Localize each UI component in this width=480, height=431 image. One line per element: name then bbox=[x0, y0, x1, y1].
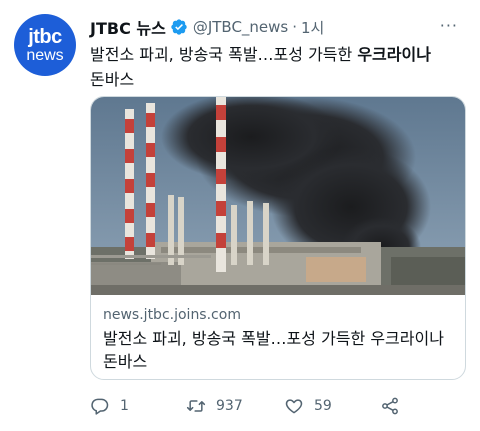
reply-count: 1 bbox=[120, 398, 129, 414]
card-title: 발전소 파괴, 방송국 폭발…포성 가득한 우크라이나 돈바스 bbox=[103, 329, 444, 371]
retweet-count: 937 bbox=[216, 398, 243, 414]
link-card[interactable]: news.jtbc.joins.com 발전소 파괴, 방송국 폭발…포성 가득… bbox=[90, 96, 466, 380]
like-count: 59 bbox=[314, 398, 332, 414]
reply-button[interactable]: 1 bbox=[90, 394, 129, 418]
author-handle[interactable]: @JTBC_news bbox=[193, 18, 288, 36]
separator-dot: · bbox=[292, 18, 298, 36]
card-image bbox=[91, 97, 465, 295]
like-icon bbox=[285, 399, 303, 414]
card-body: news.jtbc.joins.com 발전소 파괴, 방송국 폭발…포성 가득… bbox=[91, 295, 465, 379]
more-icon[interactable]: ··· bbox=[440, 16, 458, 35]
verified-icon bbox=[171, 19, 187, 35]
reply-icon bbox=[91, 398, 109, 415]
tweet-text-highlight: 우크라이나 bbox=[357, 45, 431, 64]
share-button[interactable] bbox=[380, 394, 400, 418]
tweet-time[interactable]: 1시 bbox=[301, 17, 324, 38]
action-bar: 1 937 59 bbox=[90, 394, 420, 418]
author-name[interactable]: JTBC 뉴스 bbox=[90, 15, 166, 39]
tweet[interactable]: jtbc news JTBC 뉴스 @JTBC_news · 1시 ··· 발전… bbox=[0, 0, 480, 431]
like-button[interactable]: 59 bbox=[284, 394, 332, 418]
tweet-header: JTBC 뉴스 @JTBC_news · 1시 ··· bbox=[90, 16, 466, 38]
tweet-text-part1: 발전소 파괴, 방송국 폭발…포성 가득한 bbox=[90, 45, 358, 64]
card-domain: news.jtbc.joins.com bbox=[103, 307, 241, 323]
avatar-brand: jtbc bbox=[28, 25, 62, 48]
share-icon bbox=[382, 397, 398, 415]
avatar[interactable]: jtbc news bbox=[14, 14, 76, 76]
avatar-sub: news bbox=[26, 46, 64, 64]
tweet-text-part2: 돈바스 bbox=[90, 70, 135, 89]
tweet-text: 발전소 파괴, 방송국 폭발…포성 가득한 우크라이나돈바스 bbox=[90, 42, 470, 92]
retweet-button[interactable]: 937 bbox=[186, 394, 243, 418]
retweet-icon bbox=[186, 400, 206, 412]
